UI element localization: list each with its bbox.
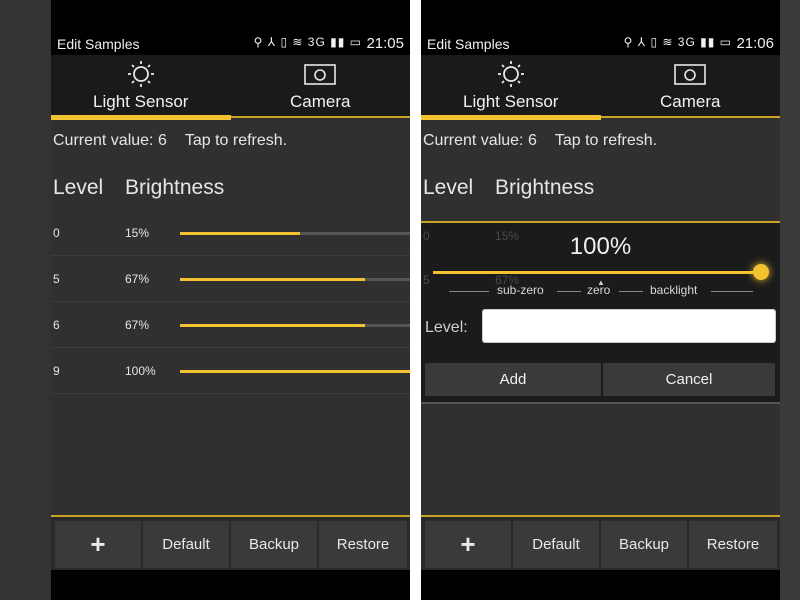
row-brightness: 100%: [125, 364, 156, 378]
sample-row[interactable]: 6 67%: [51, 302, 410, 348]
sample-row[interactable]: 5 67%: [51, 256, 410, 302]
tab-camera-label: Camera: [290, 92, 351, 111]
current-value: Current value: 6: [53, 132, 167, 149]
tab-bar: Light Sensor Camera: [51, 55, 411, 120]
tab-light-sensor-label: Light Sensor: [93, 92, 189, 111]
scale-sub-zero: sub-zero: [497, 283, 544, 297]
level-input[interactable]: [482, 309, 776, 343]
background-edge: [780, 0, 800, 600]
default-button[interactable]: Default: [143, 521, 229, 568]
row-brightness: 67%: [125, 272, 150, 286]
tap-to-refresh: Tap to refresh.: [184, 132, 288, 149]
level-header: Level: [53, 176, 104, 199]
sun-icon: [497, 61, 524, 87]
brightness-bar-track: [180, 232, 410, 235]
dialog-add-button[interactable]: Add: [425, 363, 601, 396]
restore-button[interactable]: Restore: [319, 521, 407, 568]
camera-icon: [674, 64, 707, 85]
restore-button[interactable]: Restore: [689, 521, 777, 568]
app-title: Edit Samples: [427, 36, 510, 52]
row-level: 5: [53, 272, 60, 286]
brightness-slider-track[interactable]: [433, 271, 761, 274]
row-brightness: 67%: [125, 318, 150, 332]
brightness-bar-fill: [180, 278, 365, 281]
tab-light-sensor-label: Light Sensor: [463, 92, 559, 111]
status-icons: ⚲ ⅄ ▯ ≋ 3G ▮▮ ▭: [623, 35, 732, 49]
scale-backlight: backlight: [650, 283, 698, 297]
tab-camera[interactable]: Camera: [601, 55, 781, 118]
brightness-slider-thumb[interactable]: [753, 264, 769, 280]
brightness-header: Brightness: [495, 176, 595, 199]
sample-row[interactable]: 0 15%: [51, 210, 410, 256]
sun-icon: [127, 61, 154, 87]
level-field-label: Level:: [425, 319, 468, 336]
bottom-bar: + Default Backup Restore: [51, 515, 410, 570]
brightness-value: 100%: [569, 233, 632, 260]
nav-area: [51, 570, 410, 600]
bottom-bar: + Default Backup Restore: [421, 515, 780, 570]
tab-camera[interactable]: Camera: [231, 55, 411, 118]
tap-to-refresh: Tap to refresh.: [554, 132, 658, 149]
brightness-bar-track: [180, 324, 410, 327]
brightness-bar-fill: [180, 324, 365, 327]
add-button[interactable]: +: [55, 521, 141, 568]
status-icons: ⚲ ⅄ ▯ ≋ 3G ▮▮ ▭: [253, 35, 362, 49]
brightness-bar-fill: [180, 370, 410, 373]
add-button[interactable]: +: [425, 521, 511, 568]
tab-bar: Light Sensor Camera: [421, 55, 781, 120]
brightness-bar-fill: [180, 232, 300, 235]
brightness-bar-track: [180, 278, 410, 281]
level-header: Level: [423, 176, 474, 199]
left-screen: Edit Samples ⚲ ⅄ ▯ ≋ 3G ▮▮ ▭ 21:05 Light…: [51, 0, 410, 600]
default-button[interactable]: Default: [513, 521, 599, 568]
row-brightness: 15%: [125, 226, 150, 240]
clock: 21:06: [736, 35, 774, 52]
tab-camera-label: Camera: [660, 92, 721, 111]
sample-row[interactable]: 9 100%: [51, 348, 410, 394]
scale-line: [711, 291, 753, 292]
scale-line: [619, 291, 643, 292]
status-bar: Edit Samples ⚲ ⅄ ▯ ≋ 3G ▮▮ ▭ 21:05: [51, 0, 410, 55]
row-level: 0: [53, 226, 60, 240]
backup-button[interactable]: Backup: [601, 521, 687, 568]
right-screen: Edit Samples ⚲ ⅄ ▯ ≋ 3G ▮▮ ▭ 21:06 Light…: [421, 0, 780, 600]
row-level: 9: [53, 364, 60, 378]
brightness-bar-track: [180, 370, 410, 373]
camera-icon: [304, 64, 337, 85]
add-level-dialog: 0 15% 5 67% 100% ▲ sub-zero zero backlig…: [421, 221, 780, 404]
tab-light-sensor[interactable]: Light Sensor: [51, 55, 231, 120]
current-value-line[interactable]: Current value: 6 Tap to refresh.: [53, 132, 305, 150]
nav-area: [421, 570, 780, 600]
brightness-header: Brightness: [125, 176, 225, 199]
dialog-cancel-button[interactable]: Cancel: [603, 363, 775, 396]
current-value-line[interactable]: Current value: 6 Tap to refresh.: [423, 132, 675, 150]
background-row-level: 5: [423, 273, 430, 287]
app-title: Edit Samples: [57, 36, 140, 52]
row-level: 6: [53, 318, 60, 332]
current-value: Current value: 6: [423, 132, 537, 149]
screenshot-divider: [410, 0, 421, 600]
scale-line: [557, 291, 581, 292]
scale-zero: zero: [587, 283, 611, 297]
status-bar: Edit Samples ⚲ ⅄ ▯ ≋ 3G ▮▮ ▭ 21:06: [421, 0, 780, 55]
backup-button[interactable]: Backup: [231, 521, 317, 568]
clock: 21:05: [366, 35, 404, 52]
tab-light-sensor[interactable]: Light Sensor: [421, 55, 601, 120]
scale-line: [449, 291, 489, 292]
